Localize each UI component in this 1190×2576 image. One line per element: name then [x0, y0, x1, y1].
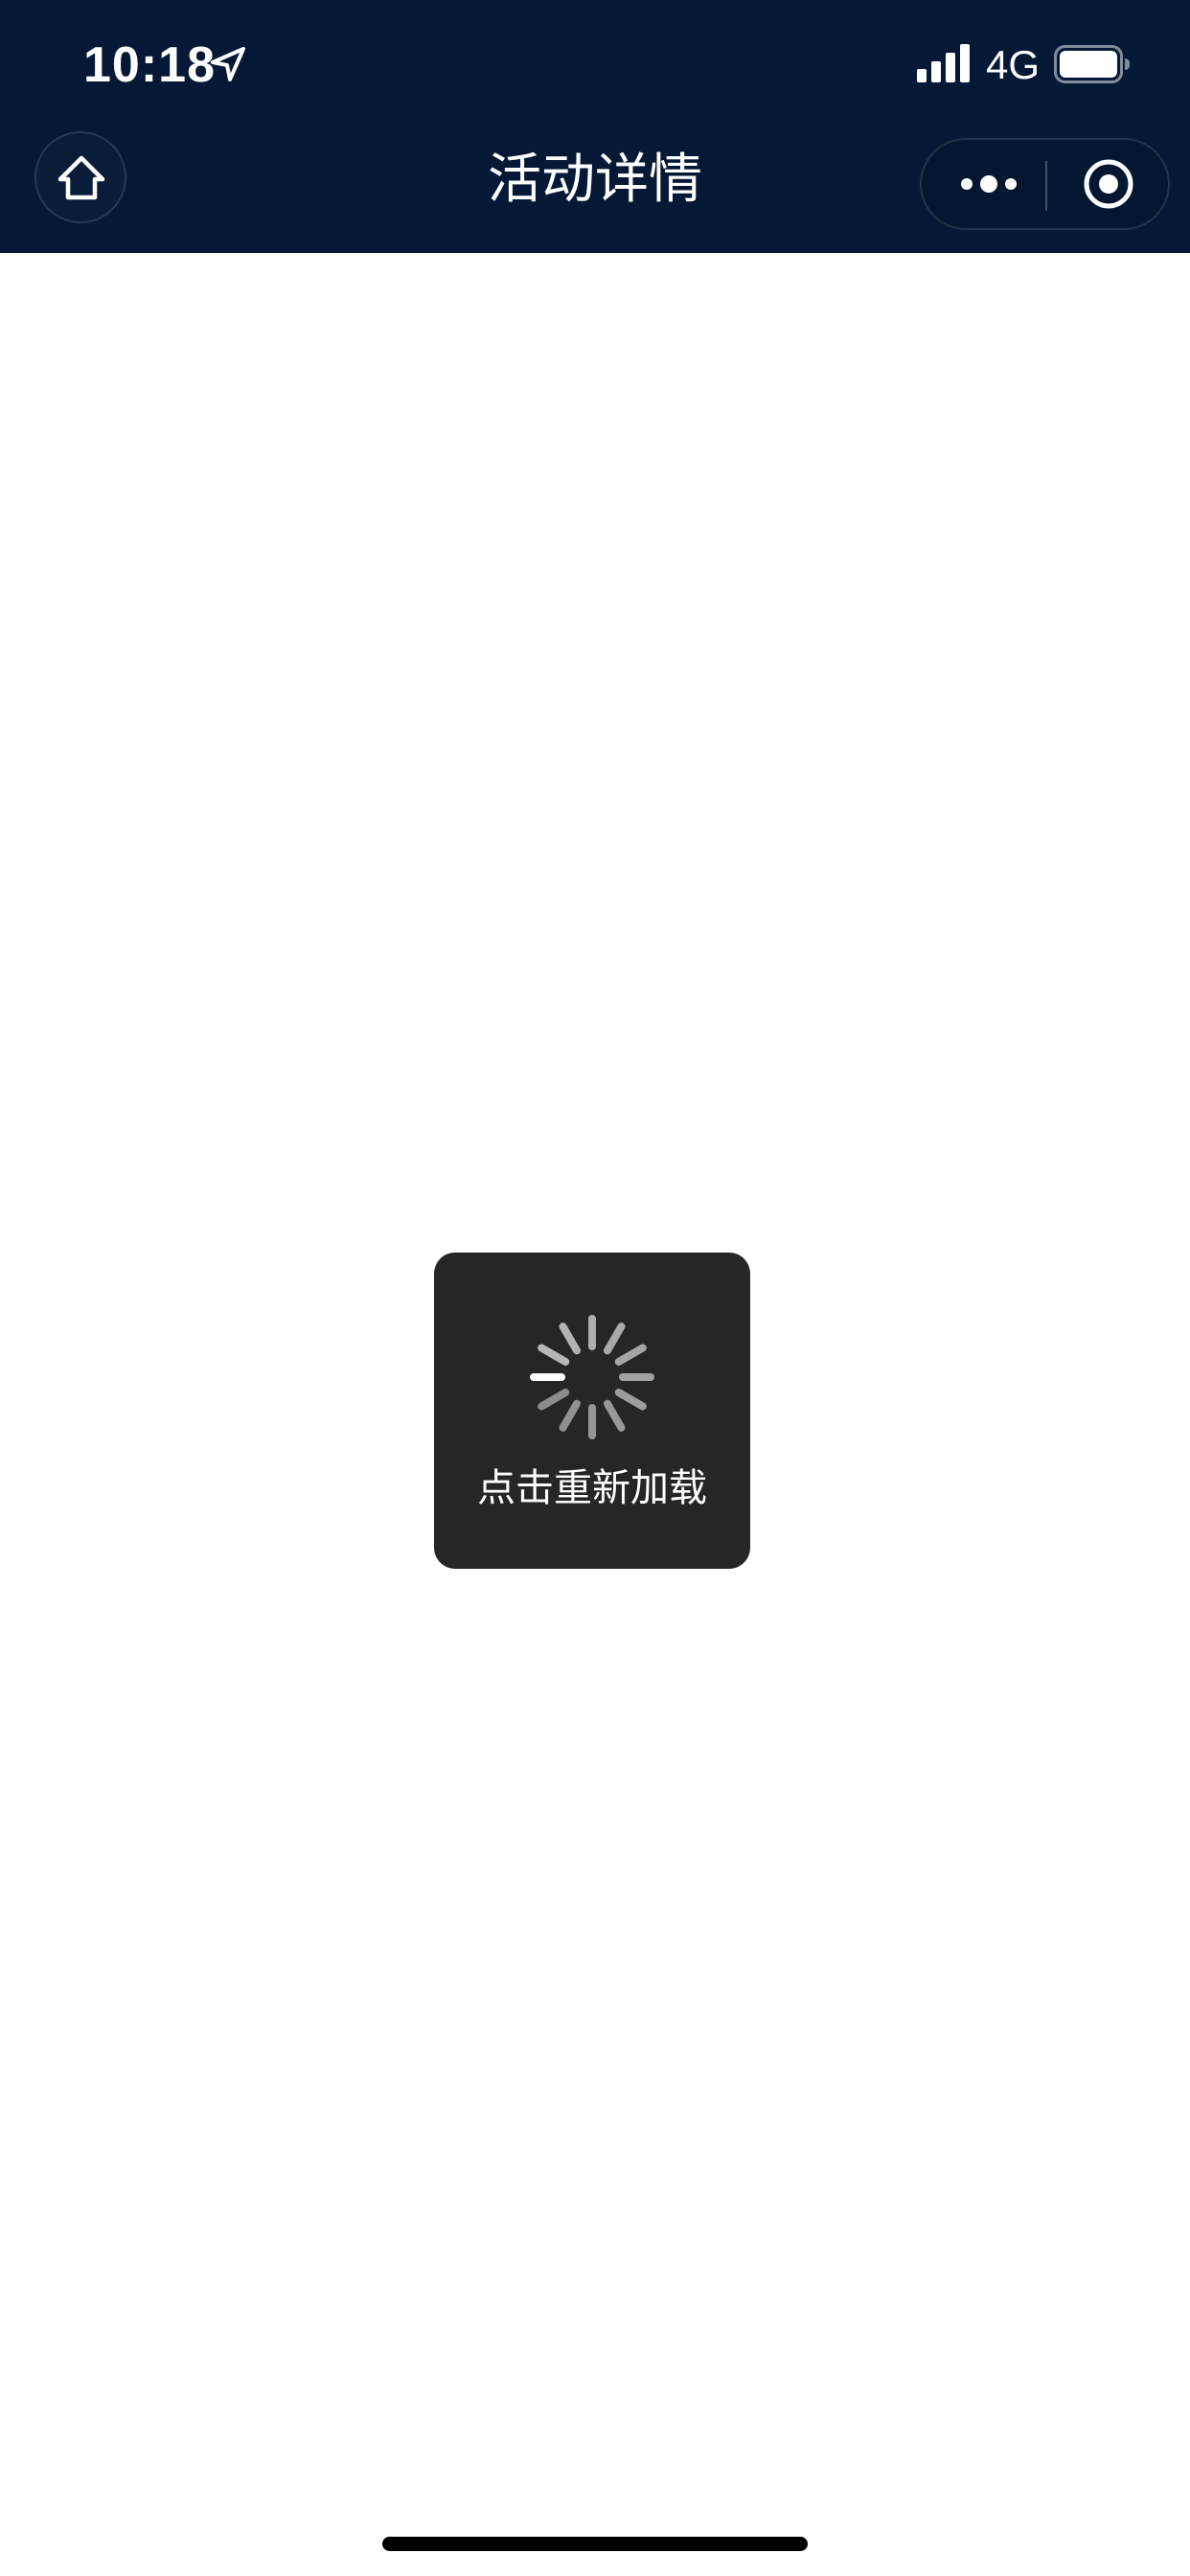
- more-button[interactable]: [922, 140, 1046, 228]
- header: 10:18 4G 活动详情: [0, 0, 1190, 253]
- spinner-spoke: [559, 1399, 581, 1432]
- spinner-spoke: [614, 1344, 647, 1366]
- spinner-spoke: [604, 1322, 626, 1355]
- spinner-spoke: [538, 1344, 570, 1366]
- more-dots-icon: [961, 175, 1017, 193]
- close-circle-icon: [1084, 159, 1133, 209]
- cellular-signal-icon: [917, 44, 970, 82]
- spinner-spoke: [559, 1322, 581, 1355]
- reload-label: 点击重新加载: [477, 1466, 707, 1510]
- loading-spinner-icon: [530, 1315, 654, 1439]
- network-type: 4G: [986, 42, 1041, 87]
- mini-program-capsule: [920, 138, 1170, 230]
- location-arrow-icon: [211, 47, 245, 81]
- status-time: 10:18: [83, 37, 216, 93]
- reload-toast[interactable]: 点击重新加载: [434, 1253, 750, 1569]
- spinner-spoke: [604, 1399, 626, 1432]
- home-indicator[interactable]: [382, 2537, 808, 2551]
- close-button[interactable]: [1047, 140, 1170, 228]
- spinner-spoke: [538, 1389, 570, 1411]
- battery-icon: [1054, 45, 1130, 83]
- spinner-spoke: [614, 1389, 647, 1411]
